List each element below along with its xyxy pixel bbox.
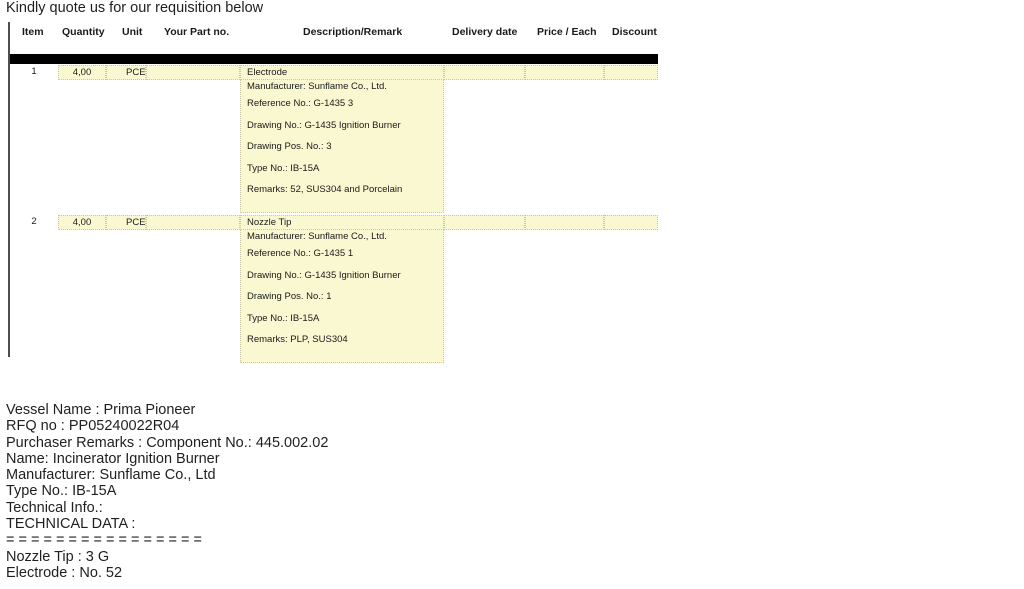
- note-line: = = = = = = = = = = = = = = = =: [6, 532, 202, 549]
- description-line: Reference No.: G-1435 1: [247, 248, 354, 259]
- col-header-unit: Unit: [122, 26, 143, 38]
- note-line: TECHNICAL DATA :: [6, 516, 136, 533]
- cell-part-no: [146, 65, 240, 80]
- col-header-item: Item: [22, 26, 44, 38]
- description-line: Remarks: PLP, SUS304: [247, 334, 348, 346]
- note-line: RFQ no : PP05240022R04: [6, 418, 180, 435]
- requisition-table: Item Quantity Unit Your Part no. Descrip…: [0, 22, 680, 363]
- table-row: 2 4,00 PCE Nozzle Tip Manufacturer: Sunflame…: [0, 215, 680, 363]
- col-header-discount: Discount: [612, 26, 657, 38]
- note-line: Purchaser Remarks : Component No.: 445.0…: [6, 434, 329, 451]
- cell-price-each: [525, 65, 604, 80]
- intro-text: Kindly quote us for our requisition belo…: [6, 0, 264, 16]
- note-line: Type No.: IB-15A: [6, 483, 117, 500]
- cell-delivery-date: [444, 65, 525, 80]
- description-line: Type No.: IB-15A: [247, 312, 320, 324]
- table-row-summary: 2 4,00 PCE Nozzle Tip: [0, 215, 680, 230]
- description-line: Drawing No.: G-1435 Ignition Burner: [247, 119, 401, 131]
- description-line: Manufacturer: Sunflame Co., Ltd.: [247, 81, 387, 92]
- col-header-part-no: Your Part no.: [164, 26, 230, 38]
- description-detail-block: Manufacturer: Sunflame Co., Ltd. Referenc…: [240, 80, 444, 213]
- col-header-description: Description/Remark: [303, 26, 403, 38]
- cell-price-each: [525, 215, 604, 230]
- note-line: Vessel Name : Prima Pioneer: [6, 402, 196, 418]
- cell-discount: [604, 65, 658, 80]
- col-header-delivery-date: Delivery date: [452, 26, 518, 38]
- table-separator-bar: [10, 54, 658, 64]
- note-line: Name: Incinerator Ignition Burner: [6, 450, 220, 467]
- description-line: Drawing No.: G-1435 Ignition Burner: [247, 269, 401, 281]
- note-line: Technical Info.:: [6, 499, 103, 516]
- note-line: Nozzle Tip : 3 G: [6, 548, 110, 565]
- cell-description-title: Electrode: [240, 65, 444, 80]
- cell-item: 2: [31, 216, 37, 227]
- description-line: Drawing Pos. No.: 1: [247, 291, 332, 303]
- cell-unit: PCE: [106, 215, 146, 230]
- table-row: 1 4,00 PCE Electrode Manufacturer: Sunflame …: [0, 65, 680, 213]
- table-header-row: Item Quantity Unit Your Part no. Descrip…: [0, 22, 680, 48]
- description-line: Drawing Pos. No.: 3: [247, 141, 332, 153]
- description-line: Remarks: 52, SUS304 and Porcelain: [247, 184, 403, 196]
- footer-notes: Vessel Name : Prima Pioneer RFQ no : PP05…: [6, 402, 328, 581]
- cell-discount: [604, 215, 658, 230]
- table-row-summary: 1 4,00 PCE Electrode: [0, 65, 680, 80]
- note-line: Electrode : No. 52: [6, 564, 123, 581]
- cell-part-no: [146, 215, 240, 230]
- note-line: Manufacturer: Sunflame Co., Ltd: [6, 467, 216, 484]
- description-line: Reference No.: G-1435 3: [247, 98, 354, 109]
- description-detail-block: Manufacturer: Sunflame Co., Ltd. Referenc…: [240, 230, 444, 363]
- cell-item: 1: [31, 66, 37, 77]
- col-header-price-each: Price / Each: [537, 26, 597, 38]
- col-header-quantity: Quantity: [62, 26, 105, 38]
- cell-delivery-date: [444, 215, 525, 230]
- description-line: Manufacturer: Sunflame Co., Ltd.: [247, 231, 387, 242]
- description-line: Type No.: IB-15A: [247, 162, 320, 174]
- cell-unit: PCE: [106, 65, 146, 80]
- cell-description-title: Nozzle Tip: [240, 215, 444, 230]
- cell-quantity: 4,00: [58, 65, 106, 80]
- cell-quantity: 4,00: [58, 215, 106, 230]
